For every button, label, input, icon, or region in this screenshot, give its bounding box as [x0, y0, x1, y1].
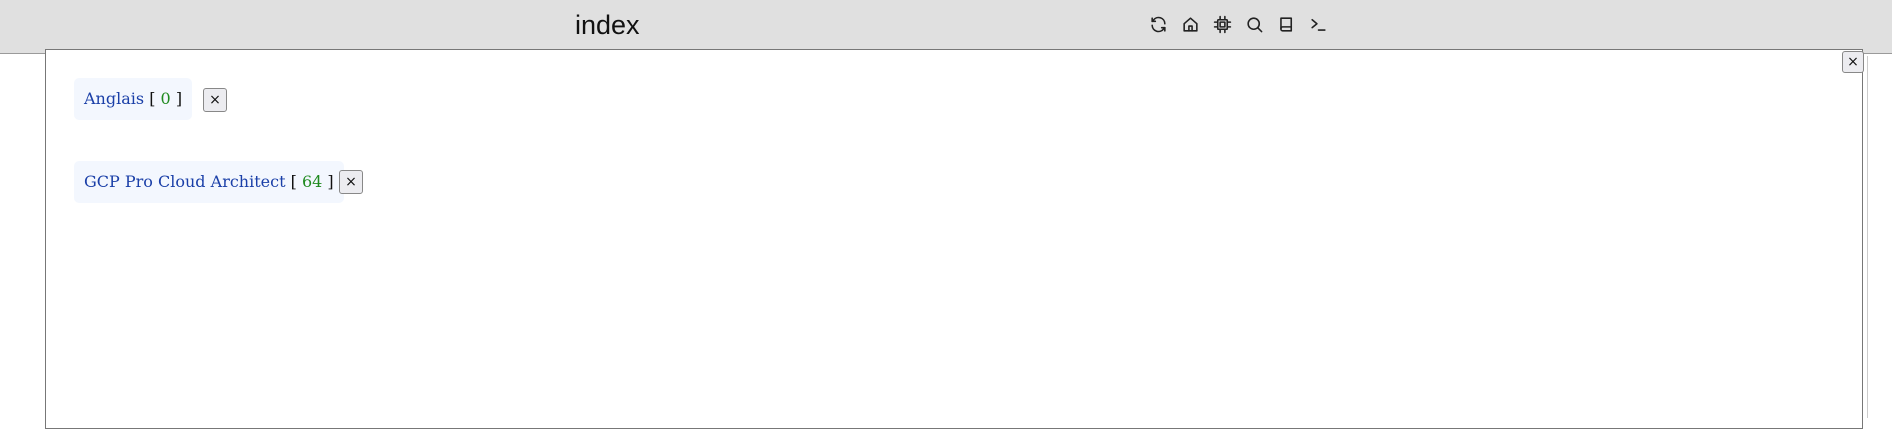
bracket: [ — [290, 172, 297, 191]
divider — [1867, 56, 1868, 418]
item-link[interactable]: Anglais — [84, 89, 144, 108]
terminal-icon[interactable] — [1309, 15, 1328, 34]
list-item: GCP Pro Cloud Architect [ 64 ] — [74, 161, 344, 203]
close-panel-button[interactable]: × — [1842, 51, 1864, 73]
search-icon[interactable] — [1245, 15, 1264, 34]
remove-item-button[interactable]: × — [203, 88, 227, 112]
bracket: ] — [327, 172, 334, 191]
item-count: 0 — [160, 89, 171, 108]
refresh-icon[interactable] — [1149, 15, 1168, 34]
page-title: index — [575, 10, 640, 40]
top-bar: index — [0, 0, 1892, 54]
book-icon[interactable] — [1277, 15, 1296, 34]
item-count: 64 — [301, 172, 323, 191]
modal-panel — [45, 49, 1863, 429]
toolbar — [1149, 15, 1328, 34]
bracket: ] — [175, 89, 183, 108]
home-icon[interactable] — [1181, 15, 1200, 34]
list-item: Anglais [ 0 ] — [74, 78, 193, 120]
remove-item-button[interactable]: × — [339, 170, 363, 194]
bracket: [ — [149, 89, 156, 108]
chip-icon[interactable] — [1213, 15, 1232, 34]
item-link[interactable]: GCP Pro Cloud Architect — [84, 172, 286, 191]
